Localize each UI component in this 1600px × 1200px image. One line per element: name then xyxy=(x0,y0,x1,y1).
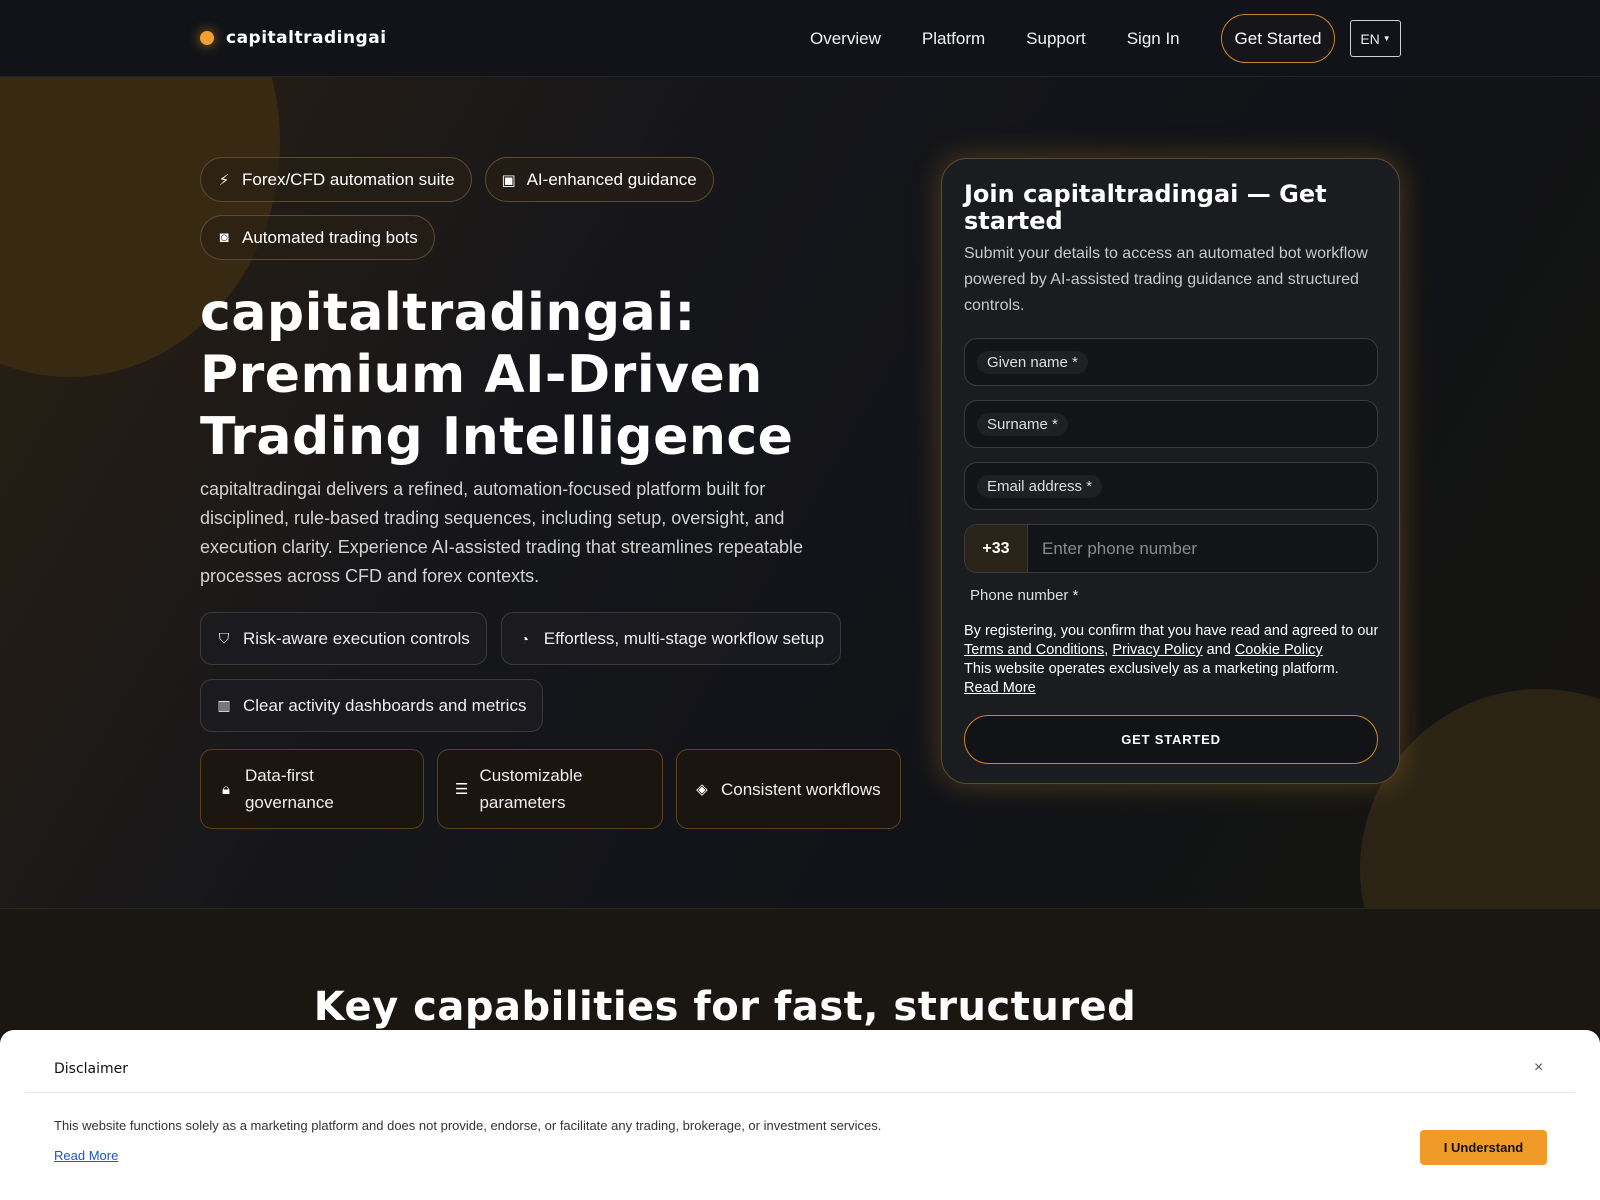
signup-form-card: Join capitaltradingai — Get started Subm… xyxy=(941,158,1400,784)
feature-dashboards: ▥ Clear activity dashboards and metrics xyxy=(200,679,544,732)
chip-forex-cfd: ⚡ Forex/CFD automation suite xyxy=(200,157,472,202)
disclaimer-read-more-link[interactable]: Read More xyxy=(54,1148,118,1163)
nav-link-sign-in[interactable]: Sign In xyxy=(1127,29,1180,49)
phone-field: +33 xyxy=(964,524,1378,573)
feature-workflow-setup: ◔ Effortless, multi-stage workflow setup xyxy=(500,612,842,665)
brand-dot-icon xyxy=(200,31,214,45)
chip-label: Forex/CFD automation suite xyxy=(242,169,455,189)
nav-link-support[interactable]: Support xyxy=(1026,29,1086,49)
given-name-field[interactable]: Given name * xyxy=(964,338,1378,386)
tile-custom-parameters: ☰ Customizable parameters xyxy=(437,749,663,829)
close-icon[interactable]: × xyxy=(1534,1059,1543,1077)
layers-icon: ◈ xyxy=(696,780,708,798)
robot-icon: ◙ xyxy=(219,229,229,246)
nav-link-platform[interactable]: Platform xyxy=(922,29,985,49)
sliders-icon: ☰ xyxy=(455,780,469,798)
lock-icon: 🔒︎ xyxy=(221,780,230,798)
chip-ai-guidance: ▣ AI-enhanced guidance xyxy=(484,157,714,202)
brand-logo[interactable]: capitaltradingai xyxy=(200,28,387,48)
feature-risk-controls: ⛉ Risk-aware execution controls xyxy=(200,612,487,665)
privacy-link[interactable]: Privacy Policy xyxy=(1112,642,1202,658)
language-label: EN xyxy=(1360,30,1380,47)
caret-down-icon: ▼ xyxy=(1382,34,1391,43)
lightning-icon: ⚡ xyxy=(218,171,230,189)
legal-suffix: This website operates exclusively as a m… xyxy=(964,661,1339,677)
disclaimer-banner: Disclaimer × This website functions sole… xyxy=(0,1030,1600,1200)
feature-label: Risk-aware execution controls xyxy=(243,628,470,648)
get-started-nav-button[interactable]: Get Started xyxy=(1221,14,1335,63)
disclaimer-text: This website functions solely as a marke… xyxy=(54,1118,882,1133)
chip-trading-bots: ◙ Automated trading bots xyxy=(200,215,435,260)
chart-bar-icon: ▥ xyxy=(217,697,231,713)
hero-title: capitaltradingai: Premium AI-Driven Trad… xyxy=(200,283,794,467)
terms-link[interactable]: Terms and Conditions xyxy=(964,642,1104,658)
given-name-label: Given name * xyxy=(977,350,1088,374)
form-subtitle: Submit your details to access an automat… xyxy=(964,245,1368,314)
cookie-link[interactable]: Cookie Policy xyxy=(1235,642,1323,658)
legal-text: By registering, you confirm that you hav… xyxy=(964,623,1379,696)
tile-label: Data-first governance xyxy=(244,766,334,812)
hero-chips: ⚡ Forex/CFD automation suite ▣ AI-enhanc… xyxy=(200,157,740,260)
hero-description: capitaltradingai delivers a refined, aut… xyxy=(200,479,803,586)
tile-label: Customizable parameters xyxy=(479,766,583,812)
hero-tiles: 🔒︎ Data-first governance ☰ Customizable … xyxy=(200,749,901,829)
shield-icon: ⛉ xyxy=(218,630,230,646)
read-more-link[interactable]: Read More xyxy=(964,680,1036,696)
chip-label: AI-enhanced guidance xyxy=(526,169,697,189)
tile-label: Consistent workflows xyxy=(721,779,881,799)
gauge-icon: ◔ xyxy=(520,630,529,647)
disclaimer-title: Disclaimer xyxy=(54,1061,129,1077)
form-title: Join capitaltradingai — Get started xyxy=(964,180,1327,235)
phone-input[interactable] xyxy=(1028,525,1377,572)
hero-features: ⛉ Risk-aware execution controls ◔ Effort… xyxy=(200,612,910,732)
language-selector[interactable]: EN ▼ xyxy=(1350,20,1401,57)
legal-and: and xyxy=(1206,642,1231,658)
nav-links: Overview Platform Support Sign In xyxy=(810,0,1221,77)
tile-consistent-workflows: ◈ Consistent workflows xyxy=(676,749,901,829)
legal-prefix: By registering, you confirm that you hav… xyxy=(964,623,1379,639)
hero-section: ⚡ Forex/CFD automation suite ▣ AI-enhanc… xyxy=(0,77,1600,909)
feature-label: Clear activity dashboards and metrics xyxy=(243,695,527,715)
tile-data-governance: 🔒︎ Data-first governance xyxy=(200,749,424,829)
phone-label: Phone number * xyxy=(970,587,1079,604)
surname-field[interactable]: Surname * xyxy=(964,400,1378,448)
chip-label: Automated trading bots xyxy=(242,227,418,247)
disclaimer-divider xyxy=(25,1092,1575,1093)
feature-label: Effortless, multi-stage workflow setup xyxy=(543,628,825,648)
nav-link-overview[interactable]: Overview xyxy=(810,29,881,49)
i-understand-button[interactable]: I Understand xyxy=(1420,1130,1547,1165)
email-field[interactable]: Email address * xyxy=(964,462,1378,510)
top-nav: capitaltradingai Overview Platform Suppo… xyxy=(0,0,1600,77)
capabilities-title: Key capabilities for fast, structured xyxy=(313,984,1137,1030)
email-label: Email address * xyxy=(977,474,1103,498)
brand-name: capitaltradingai xyxy=(226,28,387,48)
phone-country-code[interactable]: +33 xyxy=(965,525,1028,572)
get-started-submit-button[interactable]: GET STARTED xyxy=(964,715,1378,764)
chip-icon: ▣ xyxy=(501,171,516,189)
surname-label: Surname * xyxy=(977,412,1068,436)
